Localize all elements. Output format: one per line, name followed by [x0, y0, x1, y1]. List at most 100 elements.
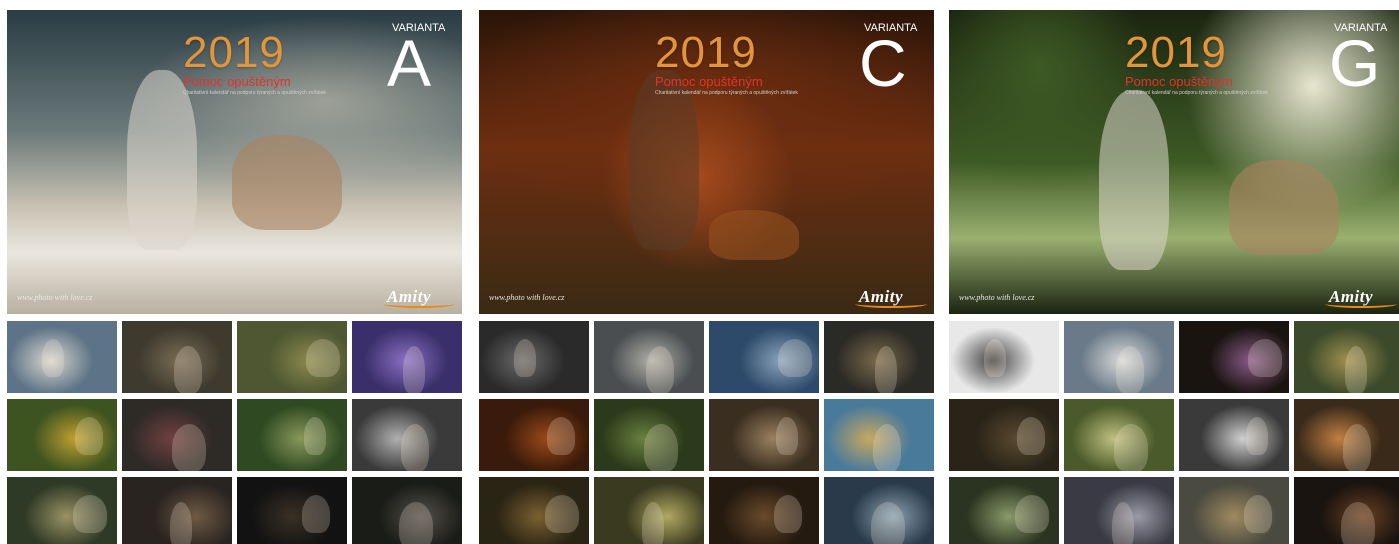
month-thumbnail	[594, 321, 704, 393]
cover-tagline: Charitativní kalendář na podporu týranýc…	[655, 90, 798, 96]
calendar-variant-g: 2019 Pomoc opuštěným Charitativní kalend…	[949, 10, 1399, 544]
thumbnail-subject	[1343, 424, 1371, 471]
signature-text: www.photo with love.cz	[959, 293, 1035, 302]
cover-photo-c: 2019 Pomoc opuštěným Charitativní kalend…	[479, 10, 934, 314]
thumbnail-subject	[1345, 346, 1367, 393]
thumbnail-subject	[42, 339, 64, 377]
thumbnail-subject	[75, 417, 103, 455]
month-thumbnail	[709, 399, 819, 471]
cover-subject	[629, 70, 699, 250]
thumbnail-subject	[778, 339, 812, 377]
month-thumbnail	[1179, 321, 1289, 393]
thumbnail-subject	[644, 424, 678, 471]
cover-subject	[127, 70, 197, 250]
thumbnail-subject	[401, 424, 429, 471]
month-thumbnails-c	[479, 321, 934, 544]
photographer-signature: www.photo with love.cz	[17, 293, 92, 302]
cover-animal	[1229, 160, 1339, 255]
month-thumbnail	[824, 321, 934, 393]
photographer-signature: www.photo with love.cz	[959, 293, 1034, 302]
month-thumbnail	[1294, 477, 1399, 544]
thumbnail-subject	[1246, 417, 1268, 455]
thumbnail-subject	[1244, 495, 1272, 533]
cover-subtitle: Pomoc opuštěným	[655, 74, 763, 89]
cover-subtitle: Pomoc opuštěným	[183, 74, 291, 89]
month-thumbnail	[352, 321, 462, 393]
month-thumbnail	[1179, 477, 1289, 544]
cover-photo-g: 2019 Pomoc opuštěným Charitativní kalend…	[949, 10, 1399, 314]
logo-swoosh	[383, 300, 455, 308]
cover-tagline: Charitativní kalendář na podporu týranýc…	[183, 90, 326, 96]
cover-year: 2019	[655, 28, 757, 77]
month-thumbnail	[949, 477, 1059, 544]
photographer-signature: www.photo with love.cz	[489, 293, 564, 302]
cover-animal	[232, 135, 342, 230]
month-thumbnail	[1064, 399, 1174, 471]
thumbnail-subject	[1248, 339, 1282, 377]
thumbnail-subject	[875, 346, 897, 393]
month-thumbnail	[352, 399, 462, 471]
month-thumbnail	[479, 321, 589, 393]
thumbnail-subject	[642, 502, 664, 544]
thumbnail-subject	[984, 339, 1006, 377]
thumbnail-subject	[304, 417, 326, 455]
month-thumbnail	[824, 399, 934, 471]
thumbnail-subject	[1114, 424, 1148, 471]
thumbnail-subject	[172, 424, 206, 471]
logo-swoosh	[855, 300, 927, 308]
month-thumbnail	[594, 477, 704, 544]
month-thumbnail	[1294, 321, 1399, 393]
thumbnail-subject	[545, 495, 579, 533]
month-thumbnail	[709, 321, 819, 393]
thumbnail-subject	[399, 502, 433, 544]
thumbnail-subject	[514, 339, 536, 377]
month-thumbnail	[237, 321, 347, 393]
thumbnail-subject	[1015, 495, 1049, 533]
month-thumbnail	[949, 321, 1059, 393]
month-thumbnail	[7, 477, 117, 544]
thumbnail-subject	[170, 502, 192, 544]
month-thumbnail	[479, 399, 589, 471]
cover-subtitle: Pomoc opuštěným	[1125, 74, 1233, 89]
month-thumbnail	[122, 321, 232, 393]
month-thumbnail	[1064, 477, 1174, 544]
cover-year: 2019	[183, 28, 285, 77]
thumbnail-subject	[174, 346, 202, 393]
month-thumbnail	[1179, 399, 1289, 471]
month-thumbnails-a	[7, 321, 462, 544]
month-thumbnail	[122, 477, 232, 544]
variant-letter: A	[387, 26, 432, 100]
month-thumbnail	[709, 477, 819, 544]
month-thumbnail	[1294, 399, 1399, 471]
cover-year: 2019	[1125, 28, 1227, 77]
month-thumbnail	[7, 321, 117, 393]
signature-text: www.photo with love.cz	[489, 293, 565, 302]
thumbnail-subject	[73, 495, 107, 533]
month-thumbnail	[7, 399, 117, 471]
month-thumbnail	[594, 399, 704, 471]
logo-swoosh	[1325, 300, 1397, 308]
thumbnail-subject	[871, 502, 905, 544]
month-thumbnail	[1064, 321, 1174, 393]
thumbnail-subject	[776, 417, 798, 455]
cover-tagline: Charitativní kalendář na podporu týranýc…	[1125, 90, 1268, 96]
cover-subject	[1099, 90, 1169, 270]
thumbnail-subject	[1112, 502, 1134, 544]
cover-animal	[709, 210, 799, 260]
thumbnail-subject	[646, 346, 674, 393]
month-thumbnail	[122, 399, 232, 471]
thumbnail-subject	[302, 495, 330, 533]
thumbnail-subject	[1116, 346, 1144, 393]
thumbnail-subject	[774, 495, 802, 533]
month-thumbnails-g	[949, 321, 1399, 544]
calendar-variant-a: 2019 Pomoc opuštěným Charitativní kalend…	[7, 10, 462, 544]
thumbnail-subject	[547, 417, 575, 455]
cover-photo-a: 2019 Pomoc opuštěným Charitativní kalend…	[7, 10, 462, 314]
thumbnail-subject	[1341, 502, 1375, 544]
variant-letter: G	[1329, 26, 1381, 100]
month-thumbnail	[237, 399, 347, 471]
month-thumbnail	[237, 477, 347, 544]
month-thumbnail	[824, 477, 934, 544]
variant-letter: C	[859, 26, 907, 100]
month-thumbnail	[949, 399, 1059, 471]
